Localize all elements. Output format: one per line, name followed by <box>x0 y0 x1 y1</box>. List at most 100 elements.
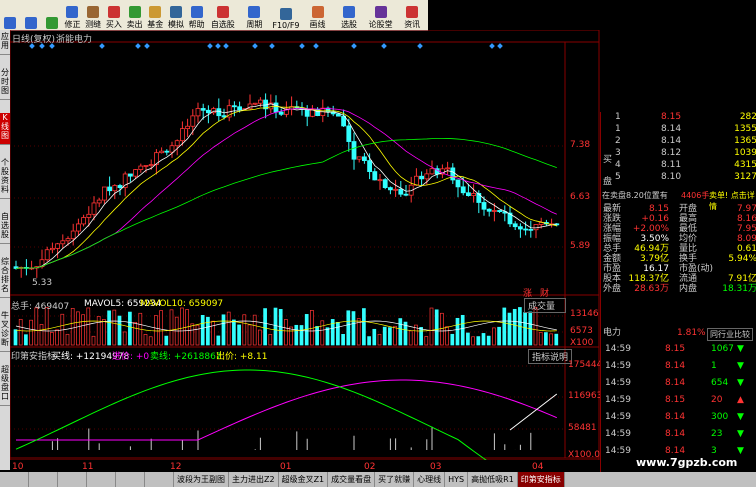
news-button[interactable]: 资讯 <box>396 0 428 30</box>
ma-line <box>15 105 557 269</box>
indicator-tab[interactable] <box>58 472 87 487</box>
candle-body <box>528 228 534 231</box>
indicator-tab[interactable]: 买了就赚 <box>375 472 415 487</box>
volume-bar <box>24 334 28 346</box>
date-tick: 01 <box>280 462 292 472</box>
news-icon <box>406 6 419 18</box>
indicator-tab[interactable] <box>0 472 29 487</box>
side-tab-3[interactable]: 个股资料 <box>0 158 10 199</box>
indicator-tab[interactable] <box>29 472 58 487</box>
indicator-tab[interactable]: HYS <box>445 472 469 487</box>
indicator-tab[interactable] <box>116 472 145 487</box>
stat-value: 3.79亿 <box>639 254 669 264</box>
candle-body <box>361 156 367 162</box>
volume-bar <box>55 329 59 346</box>
low-price-label: 5.33 <box>32 278 53 288</box>
stat-label: 量比 <box>679 244 698 254</box>
ma-line <box>15 138 557 269</box>
notice-text: 在卖盘8.20位置有 <box>602 191 668 200</box>
order-level: 1 <box>615 112 621 122</box>
tick-row: 14:59 8.15 20 ▲ <box>601 393 756 408</box>
candle-body <box>252 102 258 105</box>
refresh-button[interactable] <box>41 0 62 30</box>
indicator-tab[interactable]: 波段为王副图 <box>174 472 229 487</box>
volume-bar <box>65 333 70 346</box>
tick-price: 8.14 <box>665 429 686 439</box>
order-row: 3 8.12 1039 <box>601 148 756 159</box>
watchlist-button[interactable]: 自选股 <box>207 0 239 30</box>
ma-line <box>15 108 557 269</box>
select-button[interactable]: 选股 <box>333 0 365 30</box>
indicator-tab[interactable]: 印第安指标 <box>517 472 565 487</box>
volume-bar <box>507 312 512 346</box>
indicator-help-button[interactable]: 指标说明 <box>528 349 573 364</box>
ind-buy-line <box>16 379 557 441</box>
side-tab-2[interactable]: K线图 <box>0 113 10 145</box>
side-tab-0[interactable]: 应用 <box>0 32 10 55</box>
side-tab-6[interactable]: 牛叉诊断 <box>0 311 10 352</box>
volume-bar <box>294 324 299 346</box>
chart-canvas[interactable] <box>10 30 600 460</box>
stat-label: 涨幅 <box>603 224 622 234</box>
volume-bar <box>39 324 44 346</box>
tick-direction-icon: ▼ <box>737 361 744 371</box>
volume-bar <box>544 332 548 346</box>
indicator-tab[interactable] <box>145 472 174 487</box>
refresh-icon <box>45 17 58 29</box>
f10-button[interactable]: F10/F9 <box>270 0 302 30</box>
tick-time: 14:59 <box>605 378 631 388</box>
draw-button[interactable]: 画线 <box>302 0 334 30</box>
back-icon <box>25 17 38 29</box>
candle-body <box>96 199 102 204</box>
forum-button[interactable]: 论股堂 <box>365 0 397 30</box>
order-volume: 1365 <box>734 136 756 146</box>
kline-chart[interactable]: 日线(复权) 浙能电力 5.33 涨 财 总手: 469407 MAVOL5: … <box>10 30 602 472</box>
stat-label: 流通 <box>679 274 698 284</box>
side-tab-5[interactable]: 综合排名 <box>0 257 10 298</box>
stat-value: 7.97 <box>736 204 756 214</box>
sell-button[interactable]: 卖出 <box>124 0 145 30</box>
draw-icon <box>311 6 324 18</box>
indicator-tab[interactable]: 成交量看盘 <box>328 472 376 487</box>
indicator-tab[interactable] <box>87 472 116 487</box>
order-level: 2 <box>615 136 621 146</box>
volume-bar <box>232 319 236 346</box>
candle-body <box>497 210 503 212</box>
peer-compare-button[interactable]: 同行业比较 <box>707 328 753 341</box>
candle-body <box>382 179 388 189</box>
f10-icon <box>279 8 292 20</box>
back-button[interactable] <box>21 0 42 30</box>
volume-bar <box>429 307 434 346</box>
ind-tick: X100.0 <box>568 450 600 460</box>
buy-button[interactable]: 买入 <box>104 0 125 30</box>
candle-body <box>455 179 461 188</box>
fund-button[interactable]: 基金 <box>145 0 166 30</box>
side-tab-7[interactable]: 超级盘口 <box>0 365 10 406</box>
candle-body <box>44 249 50 261</box>
help-icon <box>190 6 203 18</box>
indicator-tab[interactable]: 超级金叉Z1 <box>279 472 329 487</box>
indicator-tab[interactable]: 心理线 <box>414 472 446 487</box>
info-diamond <box>351 43 357 49</box>
indicator-tab[interactable]: 主力进出Z2 <box>229 472 279 487</box>
simulate-button[interactable]: 模拟 <box>166 0 187 30</box>
vol-tick: X100 <box>570 338 594 348</box>
toolbar-label: 卖出 <box>126 20 143 29</box>
back-button[interactable] <box>0 0 21 30</box>
measure-button[interactable]: 测缝 <box>83 0 104 30</box>
candle-body <box>533 224 539 231</box>
volume-bar <box>377 333 382 346</box>
sell-icon <box>128 6 141 18</box>
big-order-notice[interactable]: 在卖盘8.20位置有 4406手 卖单! 点击详情 <box>601 190 756 211</box>
vol-dropdown[interactable]: 成交量 <box>524 298 567 313</box>
info-diamond <box>223 43 229 49</box>
side-tab-1[interactable]: 分时图 <box>0 68 10 100</box>
side-tab-4[interactable]: 自选股 <box>0 212 10 244</box>
volume-bar <box>143 334 148 346</box>
edit-button[interactable]: 修正 <box>62 0 83 30</box>
help-button[interactable]: 帮助 <box>186 0 207 30</box>
tick-row: 14:59 8.14 1 ▼ <box>601 359 756 374</box>
tick-volume: 1 <box>711 361 717 371</box>
period-button[interactable]: 周期 <box>239 0 271 30</box>
indicator-tab[interactable]: 高抛低吸R1 <box>468 472 518 487</box>
